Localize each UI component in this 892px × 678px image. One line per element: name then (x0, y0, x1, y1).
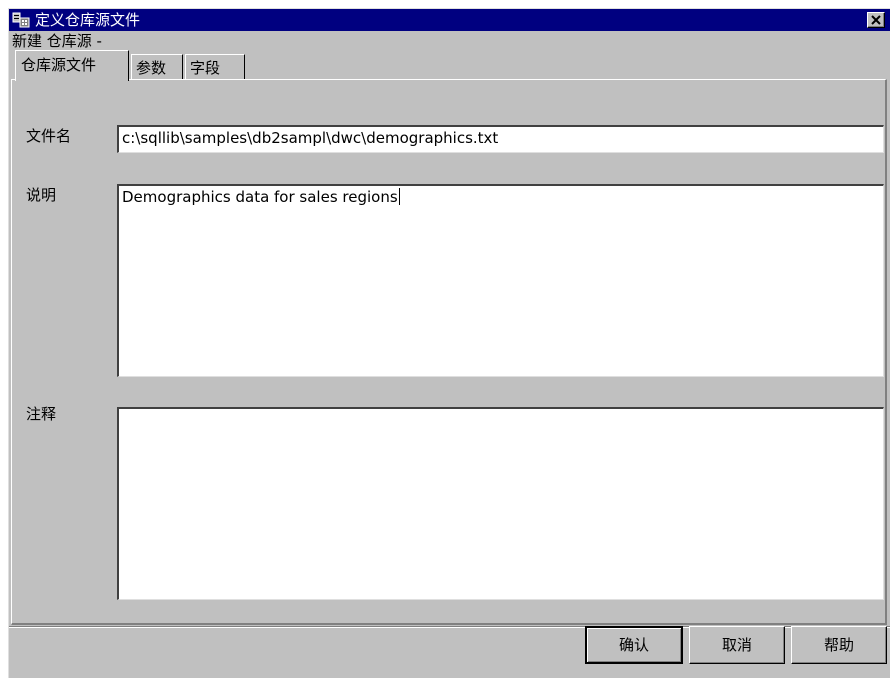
help-button[interactable]: 帮助 (791, 626, 887, 664)
text-caret (398, 188, 400, 205)
tab-fields[interactable]: 字段 (185, 54, 245, 79)
tab-warehouse-source-file[interactable]: 仓库源文件 (15, 50, 129, 81)
close-button[interactable] (867, 12, 885, 28)
window-title: 定义仓库源文件 (35, 11, 141, 29)
warehouse-app-icon (12, 12, 30, 28)
tab-parameters[interactable]: 参数 (131, 54, 183, 79)
close-icon (871, 15, 881, 25)
filename-input[interactable]: c:\sqllib\samples\db2sampl\dwc\demograph… (117, 125, 884, 153)
dialog-subtitle: 新建 仓库源 - (12, 32, 102, 50)
tab-panel: 文件名 c:\sqllib\samples\db2sampl\dwc\demog… (11, 79, 887, 625)
description-textarea[interactable]: Demographics data for sales regions (117, 184, 884, 377)
filename-label: 文件名 (26, 127, 72, 145)
description-text: Demographics data for sales regions (122, 188, 398, 206)
comments-textarea[interactable] (117, 407, 884, 600)
dialog-window: 定义仓库源文件 新建 仓库源 - 文件名 c:\sqllib\samples\d… (8, 8, 890, 678)
cancel-button[interactable]: 取消 (689, 626, 785, 664)
description-label: 说明 (26, 186, 57, 204)
title-bar[interactable]: 定义仓库源文件 (9, 9, 890, 31)
comments-label: 注释 (26, 405, 57, 423)
ok-button[interactable]: 确认 (585, 626, 683, 664)
